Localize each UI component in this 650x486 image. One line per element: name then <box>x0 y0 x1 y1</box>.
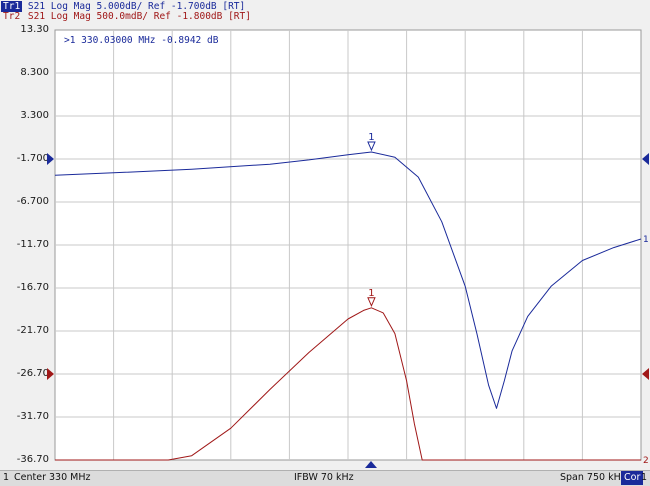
marker-label: 1 <box>368 132 374 143</box>
status-tail: 1 <box>641 472 648 483</box>
ref-level-left-icon[interactable] <box>47 368 54 380</box>
trace-plot[interactable]: >1 330.03000 MHz -0.8942 dB 1 1 1 2 <box>0 0 650 470</box>
marker-label: 1 <box>368 288 374 299</box>
status-bar: 1 Center 330 MHz IFBW 70 kHz Span 750 kH… <box>0 470 650 486</box>
span-setting[interactable]: Span 750 kHz <box>560 471 626 485</box>
correction-badge[interactable]: Cor <box>621 471 644 485</box>
ref-level-right-icon[interactable] <box>642 368 649 380</box>
ref-level-right-icon[interactable] <box>642 153 649 165</box>
stimulus-marker-icon[interactable] <box>365 461 377 468</box>
trace-end-label: 2 <box>643 456 649 466</box>
ifbw-setting[interactable]: IFBW 70 kHz <box>294 471 354 485</box>
marker-readout: >1 330.03000 MHz -0.8942 dB <box>64 35 219 46</box>
channel-number[interactable]: 1 <box>3 471 9 485</box>
trace-end-label: 1 <box>643 235 649 245</box>
center-frequency[interactable]: Center 330 MHz <box>14 471 90 485</box>
ref-level-left-icon[interactable] <box>47 153 54 165</box>
